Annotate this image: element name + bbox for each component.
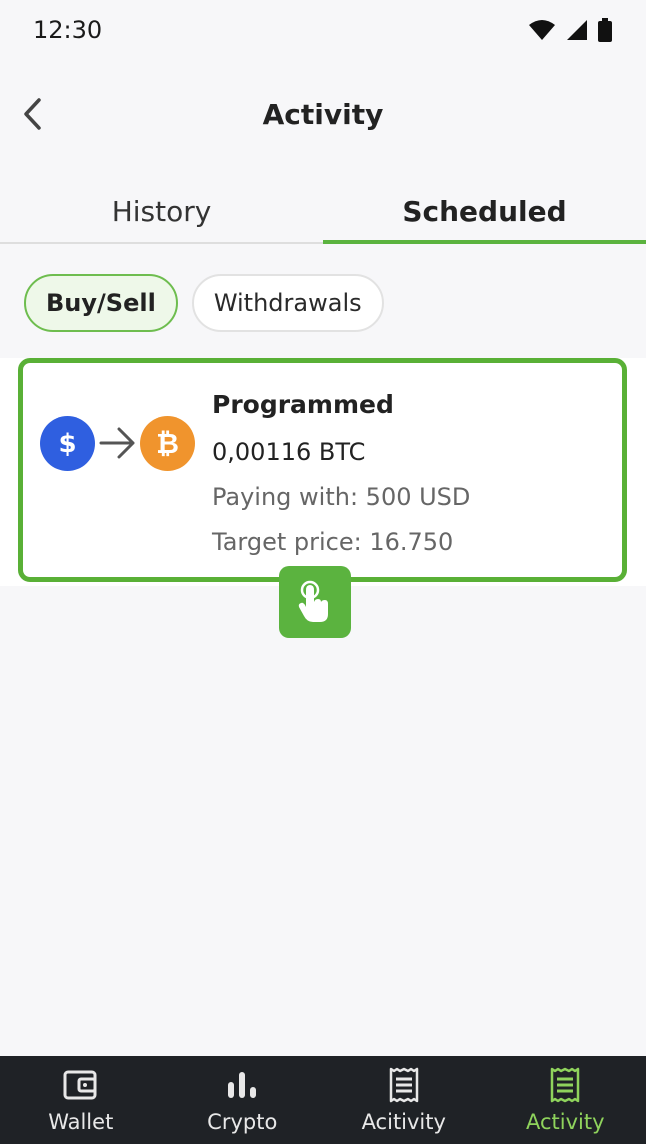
chip-withdrawals[interactable]: Withdrawals — [191, 274, 384, 332]
app-header: Activity — [0, 80, 646, 150]
hand-pointer-icon — [298, 580, 328, 622]
nav-wallet[interactable]: Wallet — [0, 1056, 162, 1144]
screen: 12:30 Activity History Scheduled Buy/Sel… — [0, 0, 646, 1144]
order-target-price: Target price: 16.750 — [212, 528, 454, 556]
bottom-navigation: Wallet Crypto Acitivity Activity — [0, 1056, 646, 1144]
battery-icon — [598, 18, 612, 42]
nav-crypto-label: Crypto — [207, 1110, 278, 1134]
dollar-coin-icon: $ — [40, 416, 95, 471]
chip-buy-sell[interactable]: Buy/Sell — [24, 274, 178, 332]
filter-chips: Buy/Sell Withdrawals — [24, 274, 384, 332]
nav-activity[interactable]: Activity — [485, 1056, 646, 1144]
nav-activity-label: Activity — [525, 1110, 605, 1134]
wifi-icon — [529, 20, 555, 40]
order-status: Programmed — [212, 390, 394, 419]
nav-crypto[interactable]: Crypto — [162, 1056, 324, 1144]
nav-acitivity[interactable]: Acitivity — [323, 1056, 485, 1144]
receipt-icon — [551, 1067, 580, 1103]
scheduled-order-card[interactable]: $ ₿ Programmed 0,00116 BTC Paying with: … — [18, 358, 627, 582]
status-bar: 12:30 — [0, 0, 646, 64]
bar-chart-icon — [228, 1072, 257, 1098]
nav-wallet-label: Wallet — [48, 1110, 114, 1134]
order-amount: 0,00116 BTC — [212, 438, 366, 466]
arrow-right-icon — [99, 427, 135, 459]
tab-bar: History Scheduled — [0, 180, 646, 244]
receipt-icon — [389, 1067, 418, 1103]
tap-indicator — [279, 566, 351, 638]
nav-acitivity-label: Acitivity — [361, 1110, 446, 1134]
status-icons — [528, 18, 612, 42]
page-title: Activity — [262, 98, 384, 131]
status-time: 12:30 — [33, 16, 103, 44]
tab-scheduled[interactable]: Scheduled — [323, 180, 646, 244]
signal-icon — [567, 20, 587, 40]
order-paying-with: Paying with: 500 USD — [212, 483, 471, 511]
order-details: Programmed 0,00116 BTC Paying with: 500 … — [212, 385, 470, 565]
wallet-icon — [63, 1070, 97, 1100]
tab-history[interactable]: History — [0, 180, 323, 242]
bitcoin-coin-icon: ₿ — [140, 416, 195, 471]
